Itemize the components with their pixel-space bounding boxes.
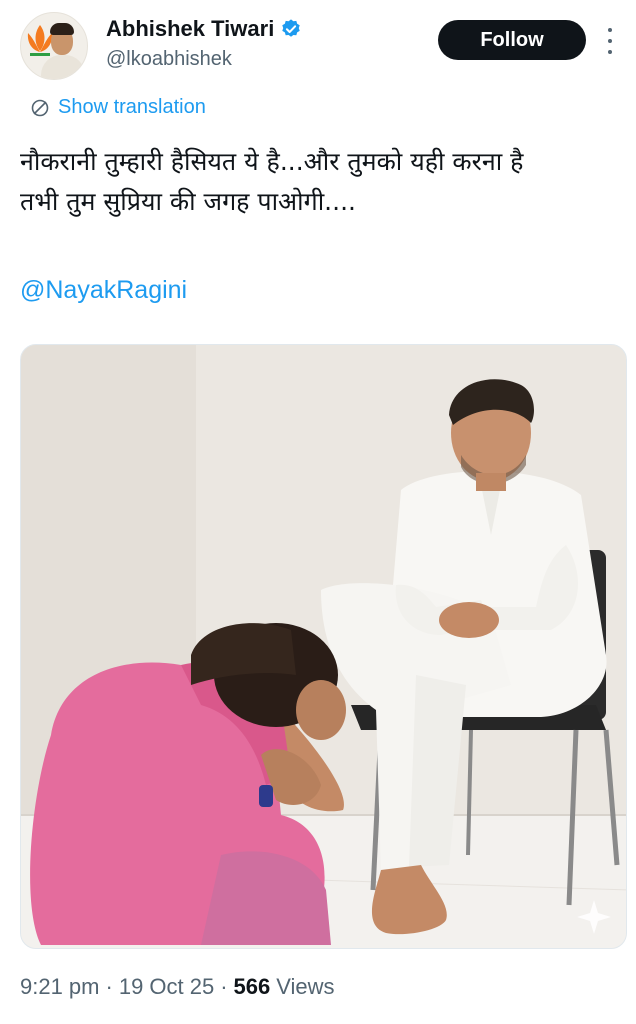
meta-separator: · xyxy=(105,974,113,999)
mention-link[interactable]: @NayakRagini xyxy=(20,276,187,305)
photo-illustration xyxy=(21,345,626,948)
author-name[interactable]: Abhishek Tiwari xyxy=(106,16,274,42)
tweet-text-line-2: तभी तुम सुप्रिया की जगह पाओगी.... xyxy=(20,187,356,216)
author-name-row: Abhishek Tiwari xyxy=(106,16,302,42)
translate-icon xyxy=(31,99,49,116)
tweet-media-image[interactable] xyxy=(20,344,627,949)
author-handle[interactable]: @lkoabhishek xyxy=(106,48,232,71)
verified-badge-icon xyxy=(282,19,301,37)
tweet-meta: 9:21 pm · 19 Oct 25 · 566 Views xyxy=(20,974,335,1000)
follow-button[interactable]: Follow xyxy=(438,20,586,60)
tweet-header: Abhishek Tiwari @lkoabhishek Follow xyxy=(0,0,636,90)
tweet-date[interactable]: 19 Oct 25 xyxy=(119,974,214,1000)
views-label[interactable]: Views xyxy=(276,974,334,1000)
show-translation-label: Show translation xyxy=(58,96,206,118)
tweet-text-line-1: नौकरानी तुम्हारी हैसियत ये है...और तुमको… xyxy=(20,147,524,176)
more-vertical-icon[interactable] xyxy=(602,26,618,56)
tweet-time[interactable]: 9:21 pm xyxy=(20,974,100,1000)
avatar-shirt xyxy=(41,55,85,79)
tweet-text: नौकरानी तुम्हारी हैसियत ये है...और तुमको… xyxy=(20,142,620,222)
show-translation-link[interactable]: Show translation xyxy=(30,96,206,119)
avatar-hair xyxy=(50,23,74,35)
views-count[interactable]: 566 xyxy=(234,974,271,1000)
avatar[interactable] xyxy=(20,12,88,80)
meta-separator: · xyxy=(220,974,228,999)
